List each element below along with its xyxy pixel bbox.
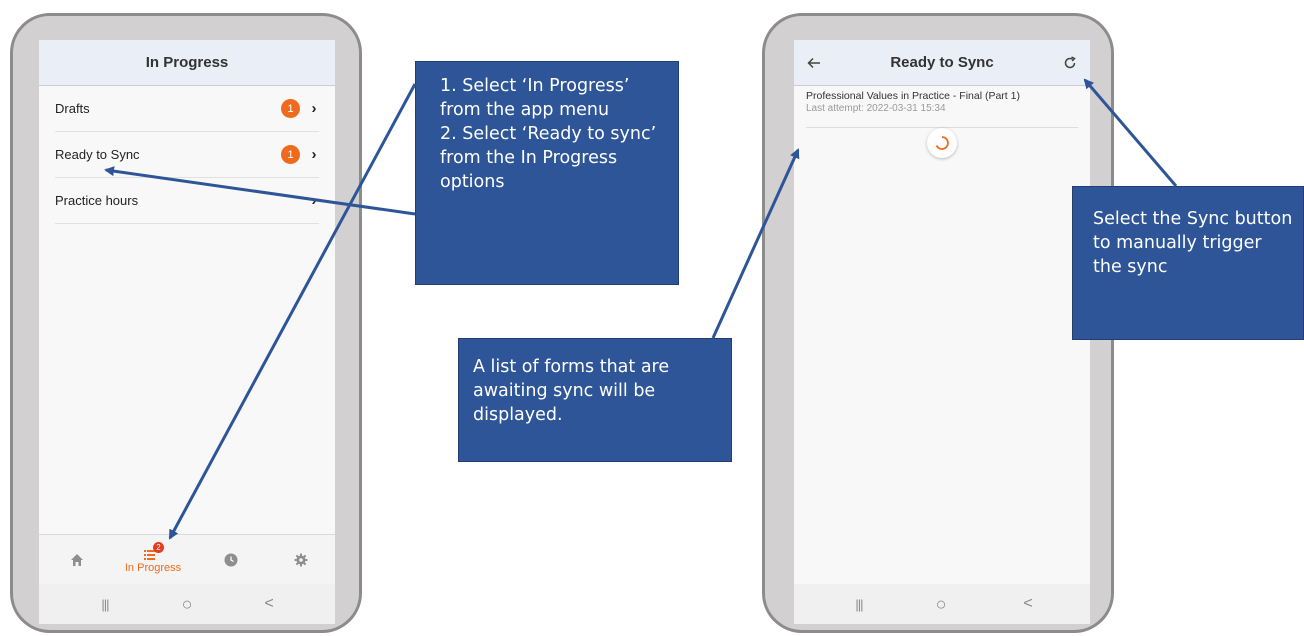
arrow-to-form-list xyxy=(711,148,800,339)
arrow-to-ready-to-sync xyxy=(104,166,416,216)
arrow-to-in-progress-tab xyxy=(168,83,417,540)
arrow-to-sync-button xyxy=(1083,78,1178,187)
annotation-arrows xyxy=(104,78,1178,540)
